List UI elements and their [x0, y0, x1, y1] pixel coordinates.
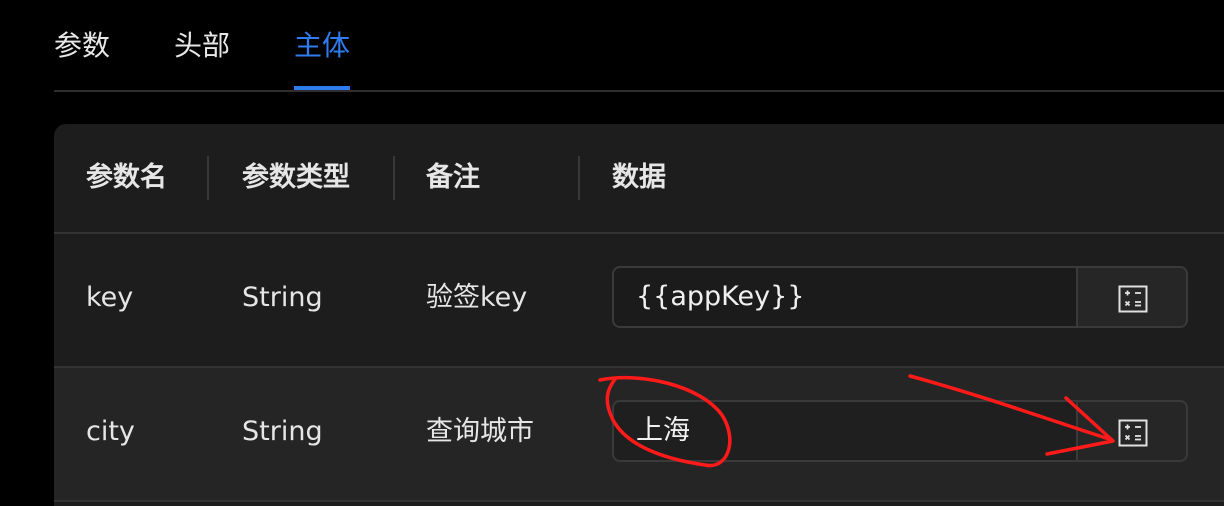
tab-params[interactable]: 参数	[54, 24, 110, 68]
column-header-type: 参数类型	[242, 162, 350, 193]
variable-picker-button[interactable]	[1076, 400, 1188, 462]
param-value-input[interactable]: 上海	[612, 400, 1076, 462]
column-header-name: 参数名	[86, 162, 167, 193]
param-note: 验签key	[426, 282, 528, 313]
tab-bar: 参数 头部 主体	[54, 0, 1224, 92]
param-type: String	[242, 416, 323, 447]
calculator-icon	[1118, 419, 1148, 447]
active-tab-indicator	[294, 86, 350, 90]
param-name: city	[86, 416, 135, 447]
param-value-input[interactable]: {{appKey}}	[612, 266, 1076, 328]
table-row: key String 验签key {{appKey}}	[54, 234, 1224, 368]
column-header-value: 数据	[612, 162, 666, 193]
tab-body[interactable]: 主体	[294, 24, 350, 68]
param-type: String	[242, 282, 323, 313]
table-row: city String 查询城市 上海	[54, 368, 1224, 502]
table-header: 参数名 参数类型 备注 数据	[54, 124, 1224, 234]
app-root: 参数 头部 主体 参数名 参数类型 备注 数据 key String 验签key…	[0, 0, 1224, 506]
param-note: 查询城市	[426, 416, 534, 447]
column-divider[interactable]	[207, 156, 209, 200]
calculator-icon	[1118, 285, 1148, 313]
column-header-note: 备注	[426, 162, 480, 193]
variable-picker-button[interactable]	[1076, 266, 1188, 328]
body-params-table: 参数名 参数类型 备注 数据 key String 验签key {{appKey…	[54, 124, 1224, 506]
column-divider[interactable]	[393, 156, 395, 200]
param-name: key	[86, 282, 134, 313]
column-divider[interactable]	[578, 156, 580, 200]
tab-headers[interactable]: 头部	[174, 24, 230, 68]
